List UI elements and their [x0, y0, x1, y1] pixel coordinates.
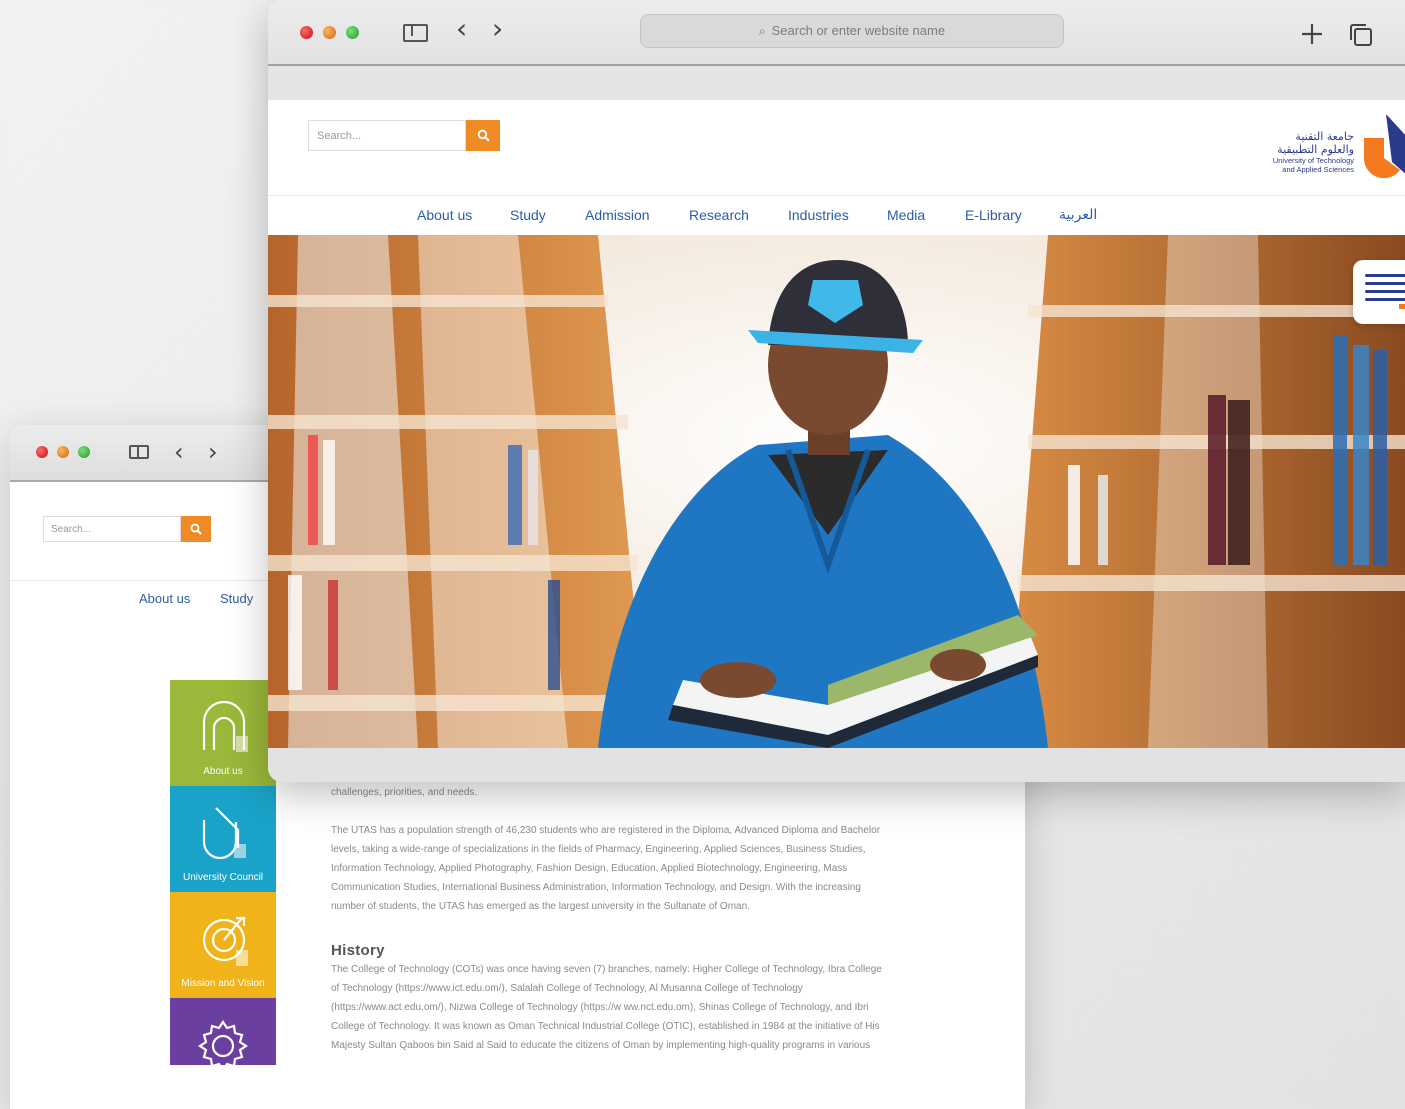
search-button[interactable]: [181, 516, 211, 542]
history-heading: History: [331, 942, 385, 959]
tile-settings[interactable]: [170, 998, 276, 1065]
text-line: Communication Studies, International Bus…: [331, 882, 861, 893]
site-header: Search... جامعة التقنية والعلوم التطبيقي…: [268, 100, 1405, 195]
front-browser-window: ‹ › ⌕ Search or enter website name Search…: [268, 0, 1405, 782]
text-line: Majesty Sultan Qaboos bin Said al Said t…: [331, 1040, 871, 1051]
sidebar-toggle-icon[interactable]: [403, 24, 428, 42]
back-arrow-icon[interactable]: ‹: [456, 15, 467, 43]
text-line: of Technology (https://www.ict.edu.om/),…: [331, 983, 803, 994]
nav-about-us[interactable]: About us: [139, 591, 190, 606]
forward-arrow-icon[interactable]: ›: [492, 15, 503, 43]
maximize-window-button[interactable]: [346, 26, 359, 39]
minimize-window-button[interactable]: [323, 26, 336, 39]
article-intro-tail: challenges, priorities, and needs.: [331, 787, 478, 798]
search-icon: [190, 523, 202, 535]
logo-arabic-line: والعلوم التطبيقية: [1277, 143, 1354, 156]
building-icon: [202, 700, 248, 752]
tile-label: About us: [203, 766, 243, 777]
article-paragraph: The UTAS has a population strength of 46…: [331, 821, 901, 916]
text-line: levels, taking a wide-range of specializ…: [331, 844, 866, 855]
floating-menu-widget[interactable]: [1353, 260, 1405, 324]
back-arrow-icon[interactable]: ‹: [174, 440, 184, 464]
text-line: The College of Technology (COTs) was onc…: [331, 964, 882, 975]
search-icon: ⌕: [758, 24, 766, 38]
gear-icon: [198, 1020, 248, 1065]
close-window-button[interactable]: [300, 26, 313, 39]
university-logo[interactable]: [1362, 110, 1405, 182]
window-bottom-bar: [268, 748, 1405, 782]
text-line: College of Technology. It was known as O…: [331, 1021, 880, 1032]
tile-label: University Council: [182, 872, 264, 883]
tile-label: Mission and Vision: [181, 978, 265, 989]
text-line: Information Technology, Applied Photogra…: [331, 863, 848, 874]
tile-university-council[interactable]: University Council: [170, 786, 276, 892]
tab-overview-icon[interactable]: [1348, 22, 1374, 48]
text-line: The UTAS has a population strength of 46…: [331, 825, 881, 836]
search-input[interactable]: Search...: [308, 120, 466, 151]
nav-study[interactable]: Study: [510, 207, 546, 223]
address-placeholder: Search or enter website name: [771, 23, 946, 38]
nav-about-us[interactable]: About us: [417, 207, 472, 223]
minimize-window-button[interactable]: [57, 446, 69, 458]
nav-arabic-language[interactable]: العربية: [1059, 207, 1097, 223]
logo-english-line: and Applied Sciences: [1282, 165, 1354, 174]
sidebar-toggle-icon[interactable]: [129, 445, 149, 459]
nav-research[interactable]: Research: [689, 207, 749, 223]
forward-arrow-icon[interactable]: ›: [208, 440, 218, 464]
student-reading-photo: [268, 235, 1405, 748]
nav-study[interactable]: Study: [220, 591, 253, 606]
nav-admission[interactable]: Admission: [585, 207, 650, 223]
history-paragraph: The College of Technology (COTs) was onc…: [331, 960, 901, 1063]
text-line: number of students, the UTAS has emerged…: [331, 901, 750, 912]
address-bar[interactable]: ⌕ Search or enter website name: [640, 14, 1064, 48]
text-line: (https://www.act.edu.om/), Nizwa College…: [331, 1002, 869, 1013]
logo-english-line: University of Technology: [1272, 156, 1354, 165]
new-tab-icon[interactable]: [1300, 22, 1324, 46]
university-logo-icon: [202, 807, 246, 860]
nav-media[interactable]: Media: [887, 207, 925, 223]
target-icon: [202, 916, 248, 966]
front-browser-toolbar: ‹ › ⌕ Search or enter website name: [268, 0, 1405, 66]
close-window-button[interactable]: [36, 446, 48, 458]
maximize-window-button[interactable]: [78, 446, 90, 458]
main-navigation: About us Study Admission Research Indust…: [268, 195, 1405, 236]
logo-text: جامعة التقنية والعلوم التطبيقية Universi…: [1228, 130, 1354, 174]
menu-lines-icon: [1365, 274, 1405, 309]
page-top-margin: [268, 66, 1405, 100]
search-button[interactable]: [466, 120, 500, 151]
search-icon: [477, 129, 490, 142]
logo-arabic-line: جامعة التقنية: [1295, 130, 1354, 143]
tile-about-us[interactable]: About us: [170, 680, 276, 786]
hero-image: [268, 235, 1405, 748]
tile-mission-and-vision[interactable]: Mission and Vision: [170, 892, 276, 998]
nav-e-library[interactable]: E-Library: [965, 207, 1022, 223]
search-input[interactable]: Search...: [43, 516, 181, 542]
nav-industries[interactable]: Industries: [788, 207, 849, 223]
